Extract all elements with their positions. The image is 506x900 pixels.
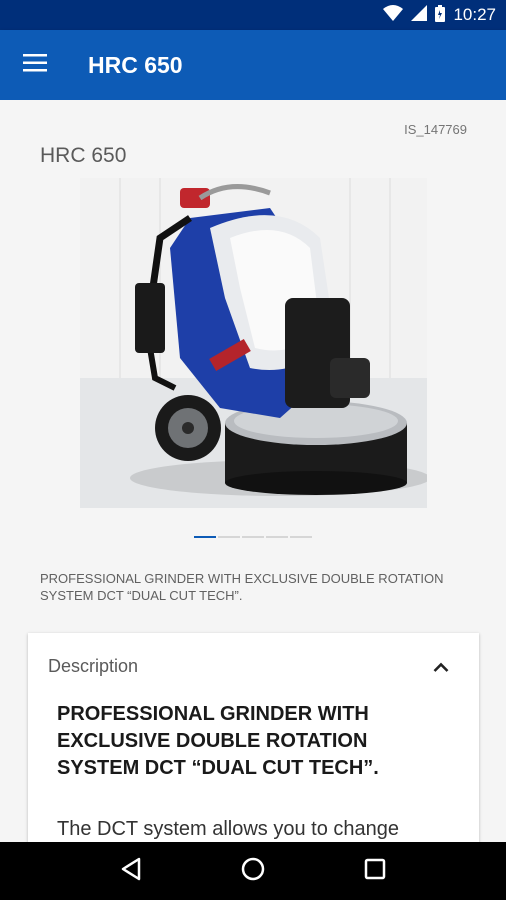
product-detail-scroll[interactable]: IS_147769 HRC 650 PROFESSIONAL GRINDER W…	[0, 100, 506, 842]
description-card: Description PROFESSIONAL GRINDER WITH EX…	[28, 633, 479, 842]
description-heading: PROFESSIONAL GRINDER WITH EXCLUSIVE DOUB…	[57, 703, 379, 779]
chevron-up-icon[interactable]	[433, 657, 449, 676]
description-header[interactable]: Description	[28, 633, 479, 699]
battery-icon	[435, 4, 446, 26]
pager-dot[interactable]	[290, 536, 312, 538]
description-body: The DCT system allows you to change	[57, 818, 400, 840]
home-button[interactable]	[223, 842, 283, 900]
status-bar: 10:27	[0, 0, 506, 30]
image-pager[interactable]	[194, 536, 312, 538]
menu-icon	[23, 54, 47, 76]
system-nav-bar	[0, 842, 506, 900]
product-code: IS_147769	[404, 122, 467, 137]
app-bar: HRC 650	[0, 30, 506, 100]
signal-icon	[411, 5, 428, 25]
pager-dot[interactable]	[218, 536, 240, 538]
recents-button[interactable]	[345, 842, 405, 900]
status-time: 10:27	[453, 5, 496, 24]
pager-dot[interactable]	[194, 536, 216, 538]
back-button[interactable]	[101, 842, 161, 900]
product-image[interactable]	[80, 178, 427, 508]
pager-dot[interactable]	[266, 536, 288, 538]
product-name: HRC 650	[40, 144, 127, 167]
wifi-icon	[383, 5, 404, 25]
product-subtitle: PROFESSIONAL GRINDER WITH EXCLUSIVE DOUB…	[40, 571, 444, 603]
app-title: HRC 650	[88, 51, 183, 78]
pager-dot[interactable]	[242, 536, 264, 538]
home-icon	[241, 857, 265, 885]
recents-icon	[364, 858, 386, 884]
description-label: Description	[48, 655, 139, 676]
menu-button[interactable]	[0, 30, 70, 100]
back-icon	[120, 857, 142, 885]
